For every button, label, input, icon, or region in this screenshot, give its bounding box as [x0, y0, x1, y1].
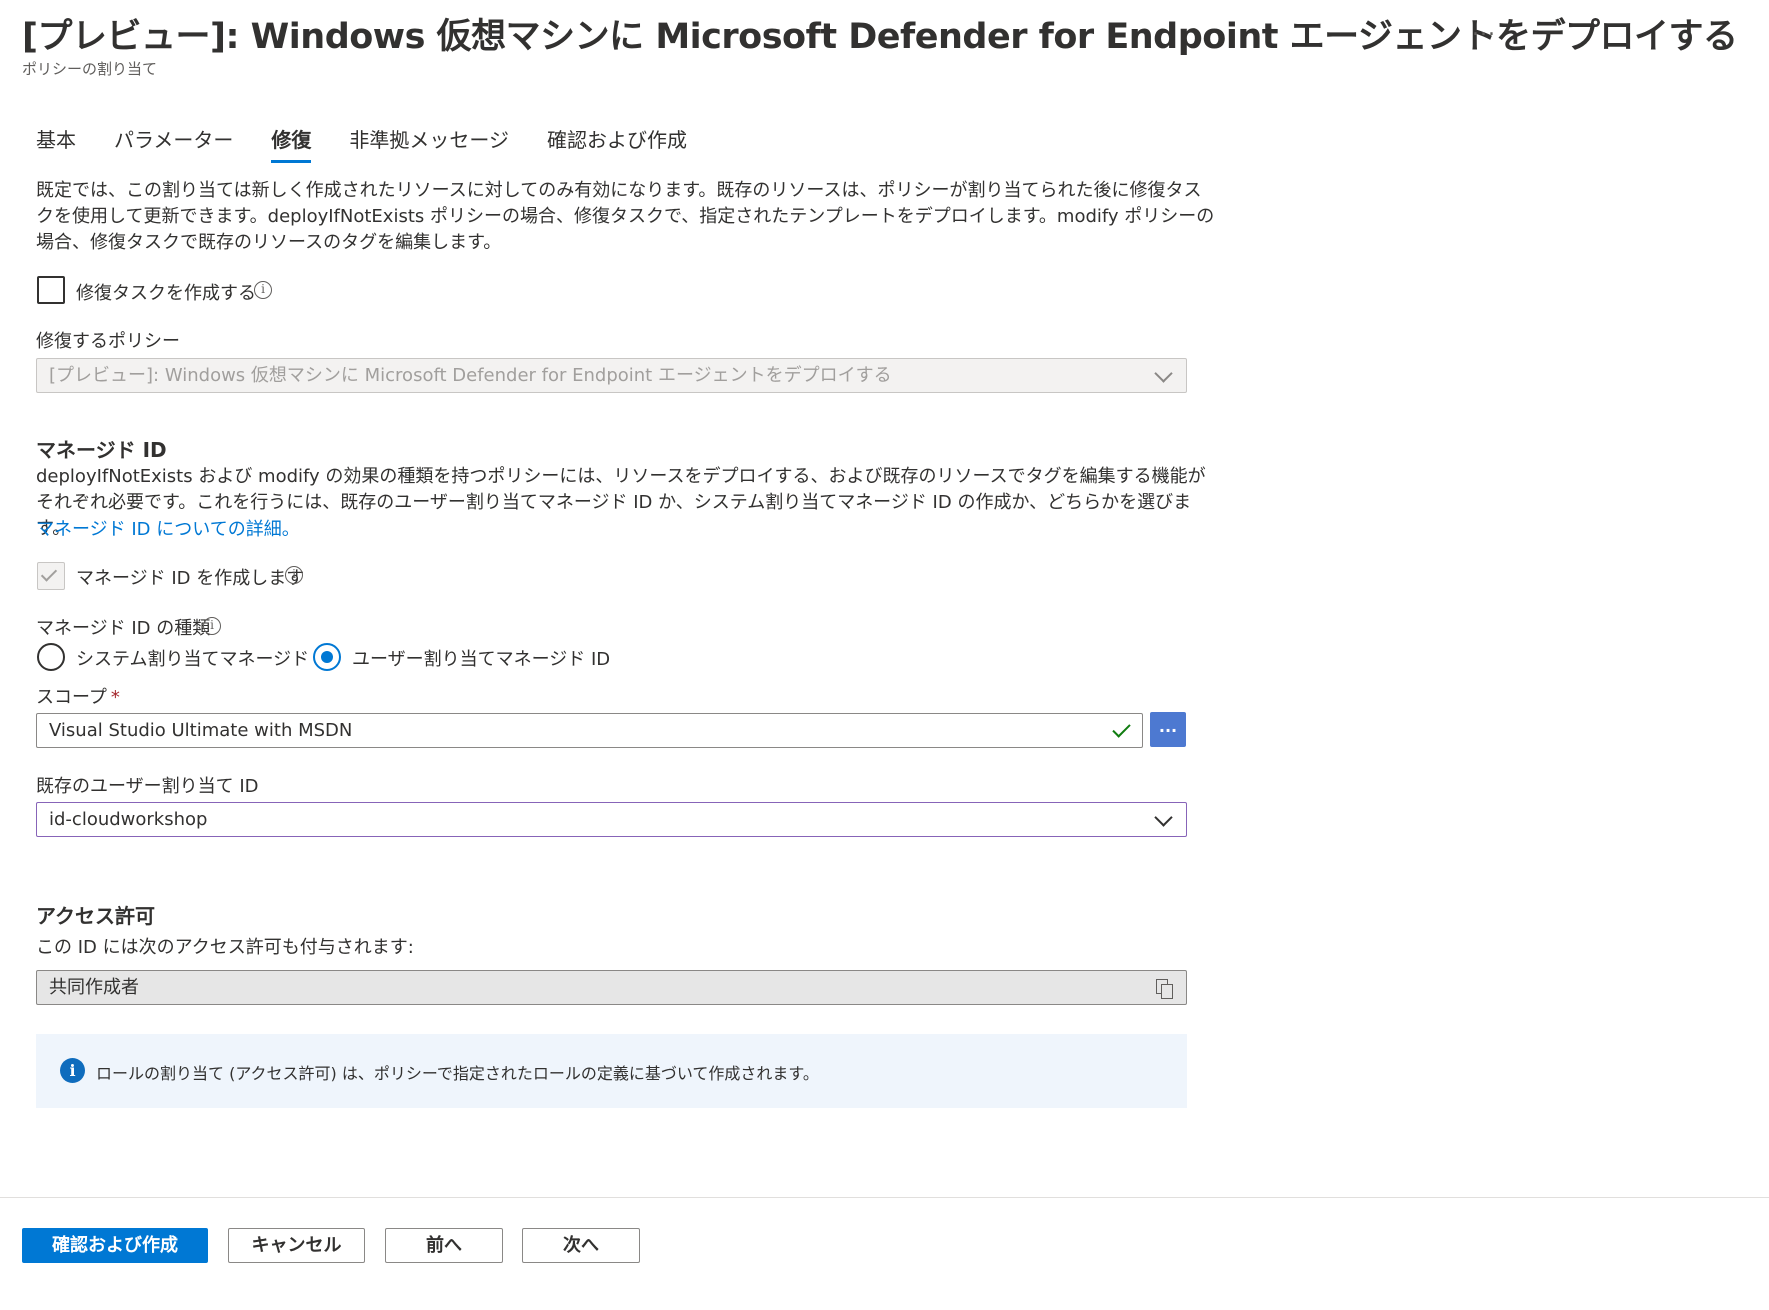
create-remediation-task-label: 修復タスクを作成する — [76, 283, 256, 304]
tab-parameters[interactable]: パラメーター — [114, 124, 233, 163]
valid-check-icon — [1112, 719, 1131, 738]
scope-browse-button[interactable]: ... — [1150, 712, 1186, 747]
scope-label: スコープ * — [36, 683, 120, 709]
tab-bar: 基本 パラメーター 修復 非準拠メッセージ 確認および作成 — [36, 124, 725, 163]
required-asterisk: * — [110, 687, 120, 708]
info-message-text: ロールの割り当て (アクセス許可) は、ポリシーで指定されたロールの定義に基づい… — [96, 1064, 819, 1083]
existing-user-assigned-id-label: 既存のユーザー割り当て ID — [36, 776, 259, 797]
more-options-button[interactable]: ... — [1472, 16, 1496, 41]
remediation-description: 既定では、この割り当ては新しく作成されたリソースに対してのみ有効になります。既存… — [36, 180, 1215, 253]
chevron-down-icon — [1154, 364, 1173, 383]
footer-divider — [0, 1197, 1769, 1198]
policy-to-remediate-label: 修復するポリシー — [36, 331, 180, 352]
info-icon[interactable]: i — [254, 281, 272, 299]
info-icon[interactable]: i — [285, 566, 303, 584]
tab-remediation[interactable]: 修復 — [271, 124, 312, 163]
create-managed-id-label: マネージド ID を作成します — [76, 568, 305, 589]
page-subtitle: ポリシーの割り当て — [22, 60, 158, 78]
copy-icon[interactable] — [1156, 979, 1174, 999]
review-create-button[interactable]: 確認および作成 — [22, 1228, 208, 1263]
policy-to-remediate-dropdown: [プレビュー]: Windows 仮想マシンに Microsoft Defend… — [36, 358, 1187, 393]
cancel-button[interactable]: キャンセル — [228, 1228, 365, 1263]
radio-system-assigned[interactable] — [37, 643, 65, 671]
access-heading: アクセス許可 — [36, 904, 155, 928]
scope-input[interactable]: Visual Studio Ultimate with MSDN — [36, 713, 1143, 748]
existing-user-assigned-id-dropdown[interactable]: id-cloudworkshop — [36, 802, 1187, 837]
checkmark-icon — [40, 565, 58, 582]
tab-noncompliance-messages[interactable]: 非準拠メッセージ — [349, 124, 509, 163]
previous-button[interactable]: 前へ — [385, 1228, 503, 1263]
chevron-down-icon — [1154, 808, 1173, 827]
info-circle-icon: i — [60, 1058, 85, 1083]
radio-user-assigned[interactable] — [313, 643, 341, 671]
managed-id-learn-more-link[interactable]: マネージド ID についての詳細。 — [36, 515, 300, 541]
radio-system-assigned-label: システム割り当てマネージド ID — [76, 649, 334, 670]
tab-review-create[interactable]: 確認および作成 — [547, 124, 687, 163]
radio-user-assigned-label: ユーザー割り当てマネージド ID — [352, 649, 611, 670]
scope-label-text: スコープ — [36, 687, 107, 708]
existing-user-assigned-id-value: id-cloudworkshop — [49, 809, 208, 830]
info-icon[interactable]: i — [203, 617, 221, 635]
create-managed-id-checkbox — [37, 562, 65, 590]
role-readonly-field: 共同作成者 — [36, 970, 1187, 1005]
managed-id-type-label: マネージド ID の種類 — [36, 618, 211, 639]
policy-to-remediate-value: [プレビュー]: Windows 仮想マシンに Microsoft Defend… — [49, 365, 892, 386]
access-description: この ID には次のアクセス許可も付与されます: — [36, 937, 414, 958]
create-remediation-task-checkbox[interactable] — [37, 276, 65, 304]
role-value: 共同作成者 — [49, 977, 139, 998]
tab-basics[interactable]: 基本 — [36, 124, 76, 163]
info-message-bar: i ロールの割り当て (アクセス許可) は、ポリシーで指定されたロールの定義に基… — [36, 1034, 1187, 1108]
managed-id-heading: マネージド ID — [36, 438, 167, 462]
scope-value: Visual Studio Ultimate with MSDN — [49, 720, 353, 741]
next-button[interactable]: 次へ — [522, 1228, 640, 1263]
